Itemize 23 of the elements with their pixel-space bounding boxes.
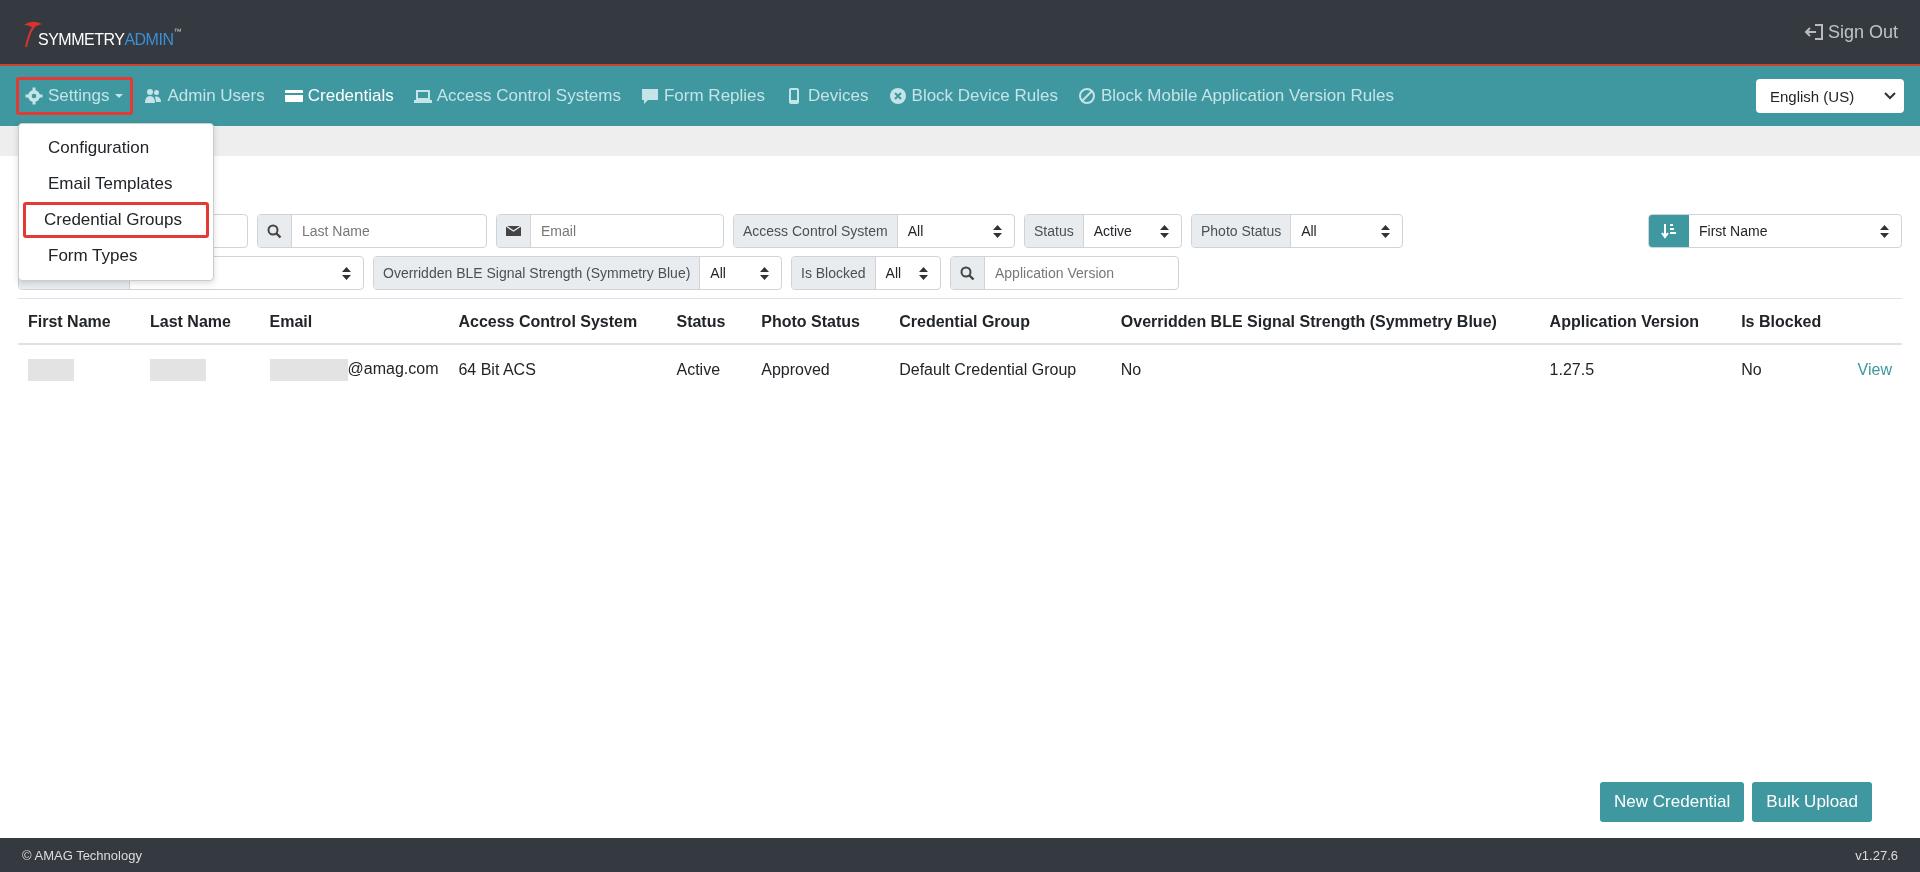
column-header: Overridden BLE Signal Strength (Symmetry Blue) bbox=[1110, 298, 1540, 344]
column-header: Credential Group bbox=[889, 298, 1111, 344]
column-header: Last Name bbox=[140, 298, 260, 344]
column-header: Photo Status bbox=[751, 298, 890, 344]
column-header: Access Control System bbox=[448, 298, 667, 344]
trademark-mark: ™ bbox=[173, 27, 182, 36]
table-cell: 1.27.5 bbox=[1549, 361, 1595, 378]
table-cell: Active bbox=[676, 361, 721, 378]
table-cell: @amag.com bbox=[347, 360, 439, 378]
logo-text: ADMIN bbox=[124, 31, 174, 49]
logo-text: SYMMETRY bbox=[38, 31, 125, 49]
copyright-text: © AMAG Technology bbox=[22, 847, 142, 863]
column-header: Status bbox=[666, 298, 752, 344]
column-header: Application Version bbox=[1539, 298, 1732, 344]
table-cell: No bbox=[1741, 361, 1762, 378]
column-header: Email bbox=[259, 298, 449, 344]
column-header: Is Blocked bbox=[1731, 298, 1848, 344]
table-cell: Default Credential Group bbox=[899, 361, 1077, 378]
version-text: v1.27.6 bbox=[1855, 847, 1898, 863]
table-cell: 64 Bit ACS bbox=[458, 361, 536, 378]
table-cell: Approved bbox=[761, 361, 830, 378]
column-header: First Name bbox=[18, 298, 140, 344]
table-cell: No bbox=[1120, 361, 1142, 378]
